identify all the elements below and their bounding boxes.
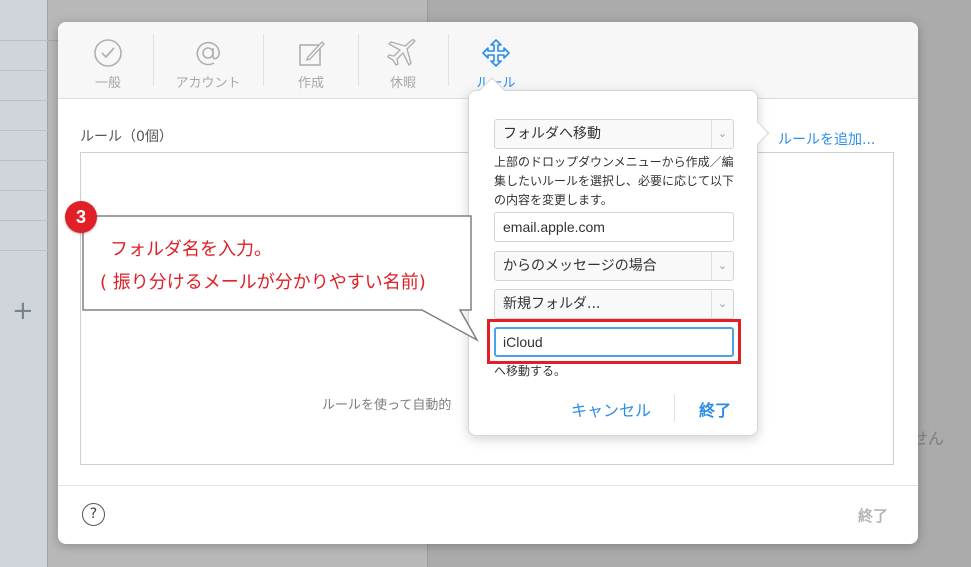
add-icon[interactable]: + [12,298,34,324]
done-button[interactable]: 終了 [858,505,888,526]
condition-select[interactable]: からのメッセージの場合 ⌄ [494,251,734,281]
email-field[interactable]: email.apple.com [494,212,734,242]
button-divider [674,395,675,421]
compose-icon [266,36,356,70]
tab-label: 作成 [297,76,324,91]
move-to-suffix: へ移動する。 [494,364,567,378]
help-button[interactable]: ? [82,503,105,526]
empty-state-text: ルールを使って自動的 [322,398,452,413]
action-select-value: フォルダへ移動 [503,126,601,142]
airplane-icon [358,36,448,70]
chevron-down-icon: ⌄ [711,252,733,280]
step-number-badge: 3 [65,201,97,233]
footer-divider [58,485,918,486]
tab-general[interactable]: 一般 [63,36,153,91]
tab-label: 一般 [94,76,121,91]
action-select[interactable]: フォルダへ移動 ⌄ [494,119,734,149]
folder-select-value: 新規フォルダ... [503,296,601,312]
finish-button[interactable]: 終了 [699,397,731,421]
rule-description: 上部のドロップダウンメニューから作成／編集したいルールを選択し、必要に応じて以下… [494,155,735,207]
callout-line-2: ( 振り分けるメールが分かりやすい名前) [100,272,426,293]
cancel-button[interactable]: キャンセル [571,397,651,421]
tab-compose[interactable]: 作成 [266,36,356,91]
tab-label: 休暇 [389,76,416,91]
condition-select-value: からのメッセージの場合 [503,258,657,274]
rules-heading: ルール（0個） [80,129,173,145]
highlight-frame [487,319,741,364]
tab-account[interactable]: アカウント [163,36,253,91]
check-circle-icon [63,36,153,70]
tab-vacation[interactable]: 休暇 [358,36,448,91]
add-rule-link[interactable]: ルールを追加... [778,129,875,149]
arrows-icon [451,36,541,70]
chevron-down-icon: ⌄ [711,290,733,318]
tab-label: アカウント [175,76,241,91]
background-sidebar: + [0,0,48,567]
chevron-down-icon: ⌄ [711,120,733,148]
folder-select[interactable]: 新規フォルダ... ⌄ [494,289,734,319]
callout-line-1: フォルダ名を入力。 [110,239,272,260]
at-sign-icon [163,36,253,70]
